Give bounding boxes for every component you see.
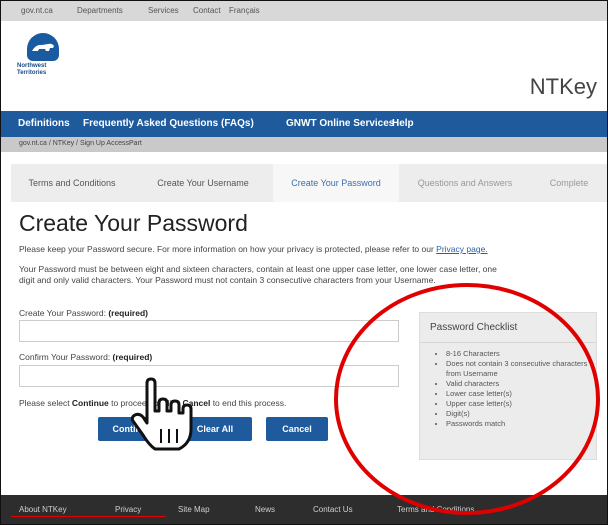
pointer-hand-icon bbox=[130, 377, 193, 451]
nav-online-services[interactable]: GNWT Online Services bbox=[286, 118, 394, 129]
password-label-text: Create Your Password: bbox=[19, 308, 109, 318]
progress-steps: Terms and Conditions Create Your Usernam… bbox=[11, 164, 607, 202]
confirm-label: Confirm Your Password: (required) bbox=[19, 352, 152, 362]
footer-news[interactable]: News bbox=[255, 505, 275, 514]
checklist-items: 8-16 Characters Does not contain 3 conse… bbox=[420, 349, 596, 429]
footer-sitemap[interactable]: Site Map bbox=[178, 505, 210, 514]
nav-faqs[interactable]: Frequently Asked Questions (FAQs) bbox=[83, 118, 254, 129]
checklist-item-match: Passwords match bbox=[446, 419, 596, 429]
nav-help[interactable]: Help bbox=[392, 118, 414, 129]
footer-red-underline bbox=[11, 516, 166, 517]
step-password[interactable]: Create Your Password bbox=[273, 164, 399, 202]
checklist-item-length: 8-16 Characters bbox=[446, 349, 596, 359]
logo-text: Northwest Territories bbox=[17, 63, 47, 76]
confirm-required: (required) bbox=[112, 352, 153, 362]
app-title: NTKey bbox=[529, 74, 597, 99]
nav-definitions[interactable]: Definitions bbox=[18, 118, 70, 129]
polar-bear-icon bbox=[27, 33, 59, 61]
step-complete: Complete bbox=[549, 178, 589, 188]
page-title: Create Your Password bbox=[19, 210, 248, 236]
footer-about[interactable]: About NTKey bbox=[19, 505, 67, 514]
checklist-item-upper: Upper case letter(s) bbox=[446, 399, 596, 409]
site-footer: About NTKey Privacy Site Map News Contac… bbox=[1, 495, 607, 524]
password-required: (required) bbox=[108, 308, 148, 318]
breadcrumb-text[interactable]: gov.nt.ca / NTKey / Sign Up AccessPart bbox=[19, 140, 142, 147]
instr-post: to end this process. bbox=[210, 398, 287, 408]
site-header: Northwest Territories NTKey bbox=[1, 21, 607, 106]
confirm-label-text: Confirm Your Password: bbox=[19, 352, 113, 362]
privacy-note: Please keep your Password secure. For mo… bbox=[19, 244, 599, 255]
breadcrumb: gov.nt.ca / NTKey / Sign Up AccessPart bbox=[1, 137, 607, 152]
step-terms[interactable]: Terms and Conditions bbox=[11, 164, 133, 202]
rules-line-2: digit and only valid characters. Your Pa… bbox=[19, 275, 436, 285]
cancel-button[interactable]: Cancel bbox=[266, 417, 328, 441]
footer-contact[interactable]: Contact Us bbox=[313, 505, 353, 514]
checklist-item-lower: Lower case letter(s) bbox=[446, 389, 596, 399]
footer-terms[interactable]: Terms and Conditions bbox=[397, 505, 474, 514]
gov-top-bar: gov.nt.ca Departments Services Contact F… bbox=[1, 1, 607, 21]
gov-link-home[interactable]: gov.nt.ca bbox=[21, 6, 53, 15]
checklist-item-username: Does not contain 3 consecutive character… bbox=[446, 359, 596, 379]
confirm-password-input[interactable] bbox=[19, 365, 399, 387]
instr-pre: Please select bbox=[19, 398, 72, 408]
checklist-item-digit: Digit(s) bbox=[446, 409, 596, 419]
step-username[interactable]: Create Your Username bbox=[133, 164, 273, 202]
privacy-note-text: Please keep your Password secure. For mo… bbox=[19, 244, 437, 254]
gov-link-departments[interactable]: Departments bbox=[77, 6, 123, 15]
password-input[interactable] bbox=[19, 320, 399, 342]
instr-continue: Continue bbox=[71, 398, 109, 408]
password-label: Create Your Password: (required) bbox=[19, 308, 148, 318]
nwt-logo[interactable]: Northwest Territories bbox=[17, 33, 67, 81]
password-checklist: Password Checklist 8-16 Characters Does … bbox=[419, 312, 597, 460]
gov-link-francais[interactable]: Français bbox=[229, 6, 260, 15]
checklist-item-valid: Valid characters bbox=[446, 379, 596, 389]
browser-frame: gov.nt.ca Departments Services Contact F… bbox=[0, 0, 608, 525]
rules-line-1: Your Password must be between eight and … bbox=[19, 264, 497, 274]
gov-link-services[interactable]: Services bbox=[148, 6, 179, 15]
step-questions: Questions and Answers bbox=[417, 178, 513, 188]
checklist-title: Password Checklist bbox=[420, 313, 596, 343]
main-nav: Definitions Frequently Asked Questions (… bbox=[1, 111, 607, 137]
footer-privacy[interactable]: Privacy bbox=[115, 505, 141, 514]
gov-link-contact[interactable]: Contact bbox=[193, 6, 221, 15]
password-rules: Your Password must be between eight and … bbox=[19, 264, 604, 286]
privacy-page-link[interactable]: Privacy page. bbox=[436, 244, 488, 254]
